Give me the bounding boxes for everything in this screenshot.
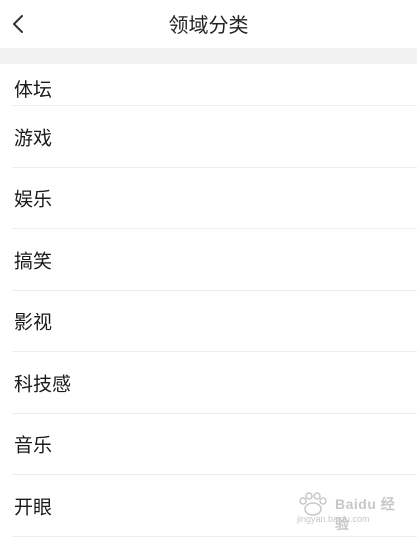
category-list: 体坛 游戏 娱乐 搞笑 影视 科技感 音乐 开眼 [0,64,417,537]
screen: 领域分类 体坛 游戏 娱乐 搞笑 影视 科技感 音乐 开眼 Baidu 经验 j… [0,0,417,542]
list-item-entertainment[interactable]: 娱乐 [0,168,417,229]
list-item-label: 科技感 [14,373,72,396]
baidu-watermark: Baidu 经验 jingyan.baidu.com [289,492,409,532]
list-item-film-tv[interactable]: 影视 [0,291,417,352]
list-item-label: 音乐 [14,434,53,457]
nav-bar: 领域分类 [0,0,417,48]
list-item-label: 娱乐 [14,188,53,211]
separator [12,535,417,537]
list-item-sports[interactable]: 体坛 [0,64,417,106]
list-item-funny[interactable]: 搞笑 [0,229,417,291]
section-divider [0,48,417,64]
page-title: 领域分类 [168,13,249,37]
list-item-label: 开眼 [14,496,53,519]
list-item-tech[interactable]: 科技感 [0,352,417,414]
list-item-label: 体坛 [14,79,53,101]
watermark-url: jingyan.baidu.com [297,514,370,524]
list-item-label: 游戏 [14,127,53,150]
list-item-label: 影视 [14,311,53,334]
list-item-games[interactable]: 游戏 [0,106,417,168]
paw-logo-icon [299,492,327,516]
list-item-label: 搞笑 [14,250,53,273]
list-item-music[interactable]: 音乐 [0,414,417,475]
